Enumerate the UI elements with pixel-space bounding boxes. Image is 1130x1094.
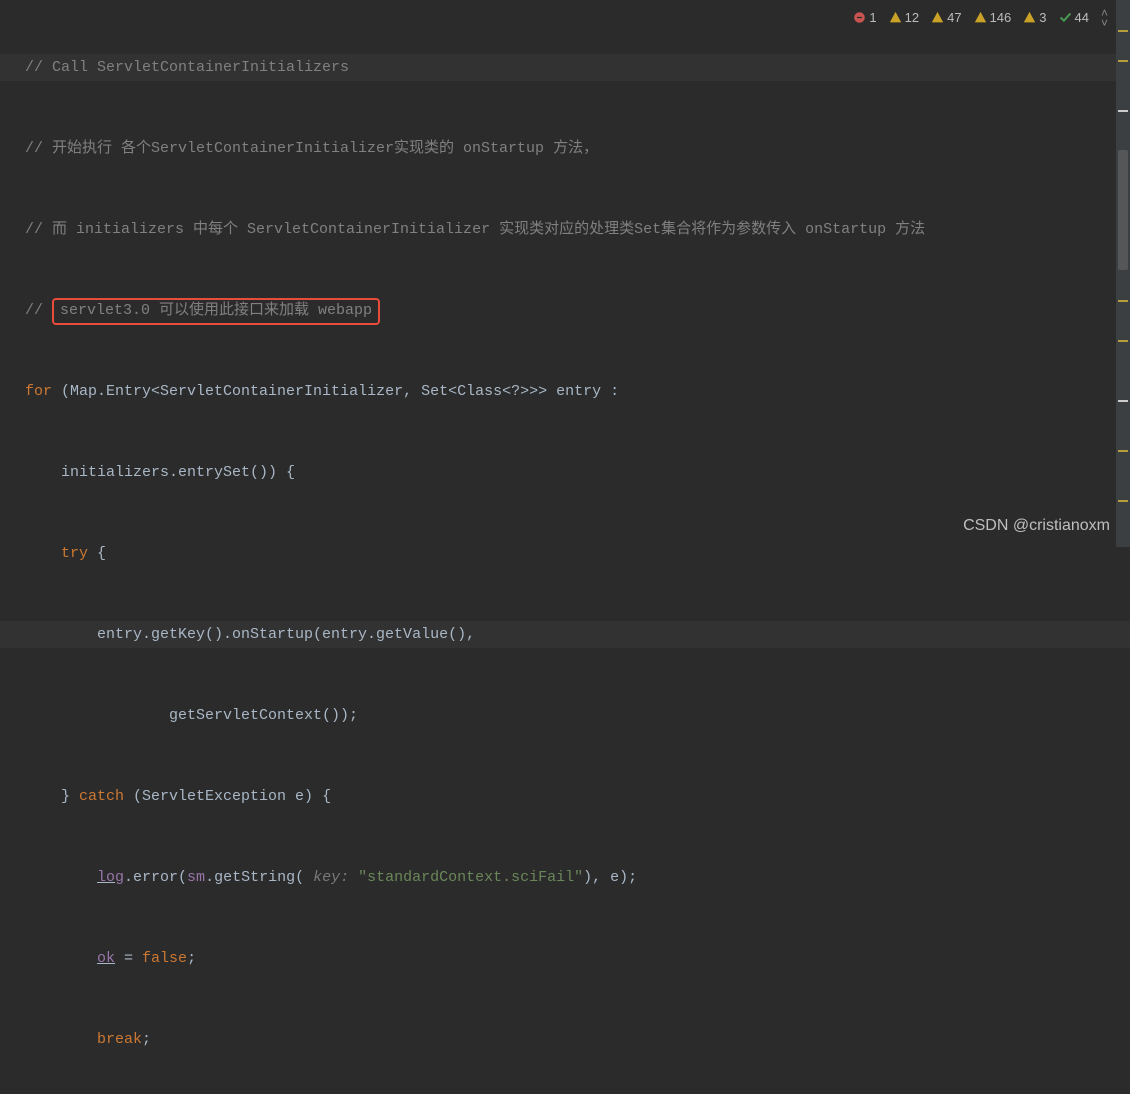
code-text: entry.getKey().onStartup(entry.getValue(… (25, 626, 475, 643)
keyword: for (25, 383, 52, 400)
code-text: (Map.Entry<ServletContainerInitializer, … (52, 383, 619, 400)
problems-indicator-bar: 1 12 47 146 3 44 ˄ ˅ (853, 4, 1108, 31)
code-text: ; (142, 1031, 151, 1048)
scrollbar-mark (1118, 300, 1128, 302)
watermark: CSDN @cristianoxm (963, 512, 1110, 539)
code-text: .error( (124, 869, 187, 886)
warning-count: 47 (947, 4, 961, 31)
success-indicator[interactable]: 44 (1059, 4, 1089, 31)
warning-count: 3 (1039, 4, 1046, 31)
field-ok: ok (97, 950, 115, 967)
code-text: ), e); (583, 869, 637, 886)
scrollbar-mark (1118, 30, 1128, 32)
code-text: (ServletException e) { (124, 788, 331, 805)
chevron-down-icon: ˅ (1101, 18, 1108, 28)
scrollbar-mark (1118, 340, 1128, 342)
code-text: = (115, 950, 142, 967)
warning-indicator[interactable]: 3 (1023, 4, 1046, 31)
code-text (25, 545, 61, 562)
keyword: false (142, 950, 187, 967)
keyword: try (61, 545, 88, 562)
code-text: } (25, 788, 79, 805)
warning-indicator[interactable]: 146 (974, 4, 1012, 31)
error-icon (853, 11, 866, 24)
keyword: break (97, 1031, 142, 1048)
scrollbar-mark (1118, 500, 1128, 502)
code-text: getServletContext()); (25, 707, 358, 724)
nav-arrows[interactable]: ˄ ˅ (1101, 8, 1108, 28)
code-text (25, 1031, 97, 1048)
field-log: log (97, 869, 124, 886)
code-text (25, 869, 97, 886)
field-sm: sm (187, 869, 205, 886)
success-count: 44 (1075, 4, 1089, 31)
comment-line: // Call ServletContainerInitializers (25, 59, 349, 76)
code-text: .getString( (205, 869, 313, 886)
warning-icon (1023, 11, 1036, 24)
scrollbar-mark (1118, 110, 1128, 112)
code-editor[interactable]: // Call ServletContainerInitializers // … (0, 0, 1130, 547)
code-text: ; (187, 950, 196, 967)
vertical-scrollbar[interactable] (1116, 0, 1130, 547)
code-text: { (88, 545, 106, 562)
scrollbar-thumb[interactable] (1118, 150, 1128, 270)
error-indicator[interactable]: 1 (853, 4, 876, 31)
code-text: initializers.entrySet()) { (25, 464, 295, 481)
string-literal: "standardContext.sciFail" (358, 869, 583, 886)
error-count: 1 (869, 4, 876, 31)
comment-line: // 开始执行 各个ServletContainerInitializer实现类… (25, 140, 598, 157)
warning-indicator[interactable]: 12 (889, 4, 919, 31)
check-icon (1059, 11, 1072, 24)
comment-line: // (25, 302, 52, 319)
comment-line: // 而 initializers 中每个 ServletContainerIn… (25, 221, 925, 238)
code-text (25, 950, 97, 967)
scrollbar-mark (1118, 60, 1128, 62)
warning-count: 12 (905, 4, 919, 31)
warning-icon (974, 11, 987, 24)
warning-indicator[interactable]: 47 (931, 4, 961, 31)
param-hint: key: (313, 869, 358, 886)
warning-count: 146 (990, 4, 1012, 31)
scrollbar-mark (1118, 450, 1128, 452)
warning-icon (931, 11, 944, 24)
highlight-box-servlet3: servlet3.0 可以使用此接口来加载 webapp (52, 298, 380, 325)
scrollbar-mark (1118, 400, 1128, 402)
warning-icon (889, 11, 902, 24)
keyword: catch (79, 788, 124, 805)
